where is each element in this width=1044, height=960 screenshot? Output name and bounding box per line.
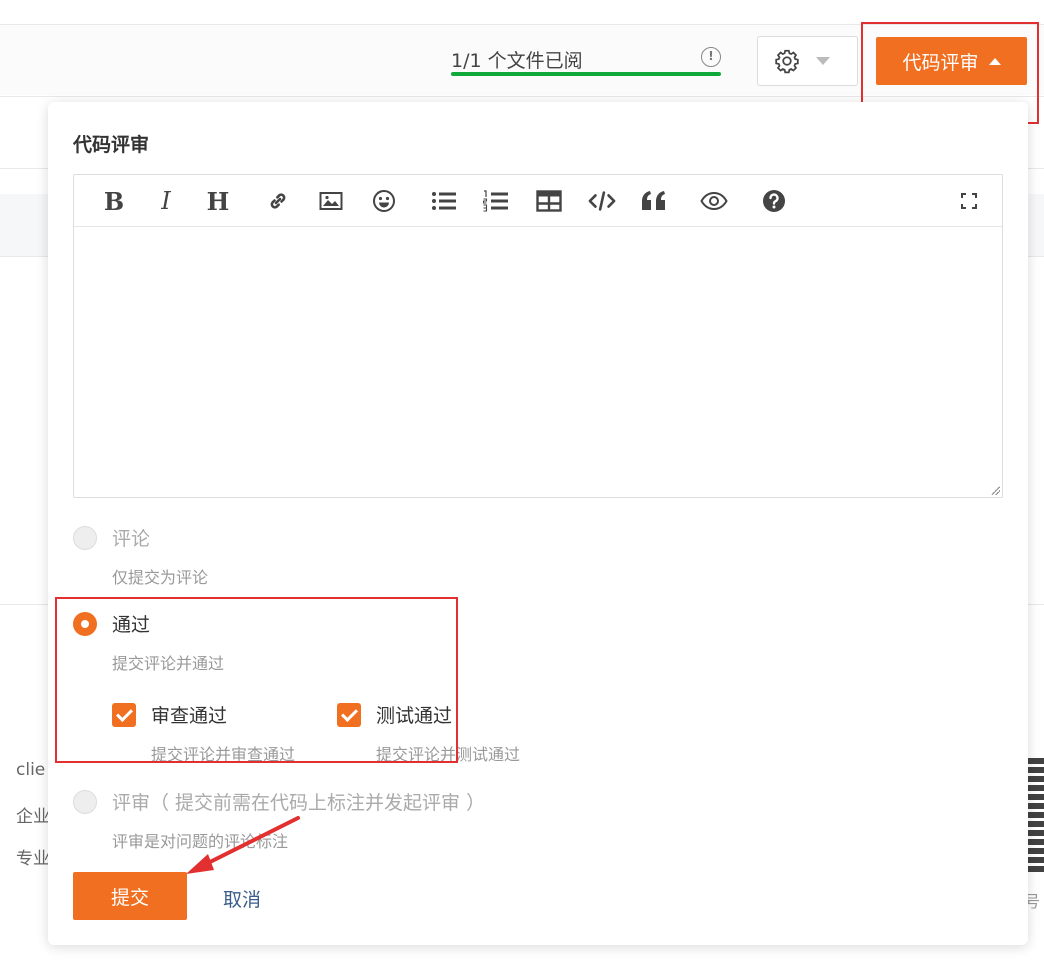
- resize-handle-icon[interactable]: [990, 485, 1000, 495]
- popup-title: 代码评审: [73, 134, 150, 156]
- files-read-progress-bar: [451, 72, 721, 76]
- help-icon[interactable]: [760, 187, 788, 215]
- heading-icon[interactable]: H: [204, 187, 232, 216]
- highlight-box-approve-options: [55, 597, 458, 763]
- numbered-list-icon[interactable]: [482, 187, 510, 215]
- option-description: 仅提交为评论: [112, 568, 209, 587]
- italic-icon[interactable]: I: [152, 187, 180, 215]
- files-read-label: 1/1 个文件已阅: [451, 50, 583, 72]
- editor-toolbar: B I H: [74, 175, 1002, 227]
- gear-icon: [775, 49, 799, 74]
- radio-review[interactable]: [73, 790, 97, 814]
- table-icon[interactable]: [535, 187, 563, 215]
- option-label: 评论: [112, 528, 151, 550]
- bullet-list-icon[interactable]: [430, 187, 458, 215]
- emoji-icon[interactable]: [370, 187, 398, 215]
- chevron-down-icon: [816, 57, 830, 65]
- quote-icon[interactable]: [640, 187, 668, 215]
- footer-link[interactable]: 专业: [16, 844, 50, 869]
- settings-dropdown-button[interactable]: [757, 36, 858, 86]
- bold-icon[interactable]: B: [100, 187, 128, 216]
- submit-button[interactable]: 提交: [73, 872, 187, 920]
- red-arrow-annotation: [186, 816, 300, 874]
- info-circle-icon[interactable]: !: [701, 47, 721, 67]
- code-icon[interactable]: [588, 187, 616, 215]
- image-icon[interactable]: [317, 187, 345, 215]
- link-icon[interactable]: [264, 187, 292, 215]
- cancel-link[interactable]: 取消: [223, 885, 261, 912]
- preview-eye-icon[interactable]: [700, 187, 728, 215]
- footer-link[interactable]: clie: [16, 760, 45, 780]
- footer-link[interactable]: 企业: [16, 802, 50, 827]
- radio-comment[interactable]: [73, 526, 97, 550]
- fullscreen-icon[interactable]: [955, 187, 983, 215]
- markdown-editor: B I H: [73, 174, 1003, 498]
- files-read-indicator: 1/1 个文件已阅 !: [451, 42, 721, 78]
- editor-textarea[interactable]: [74, 228, 1002, 497]
- qr-code-image: [1026, 756, 1044, 872]
